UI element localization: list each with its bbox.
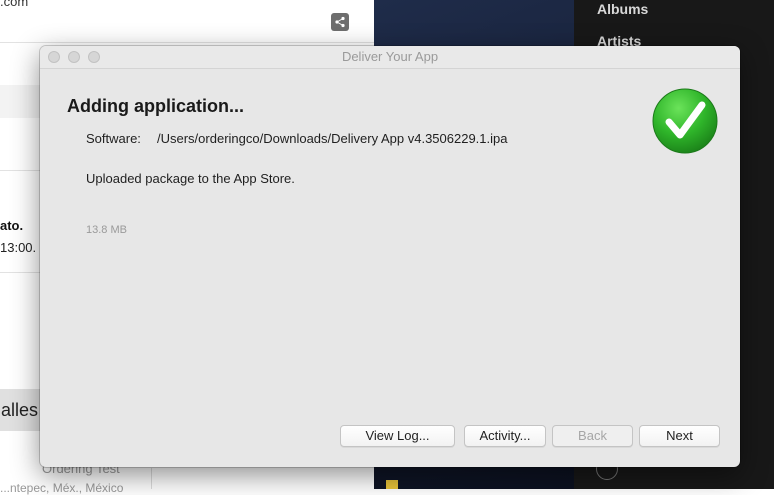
next-button[interactable]: Next	[639, 425, 720, 447]
background-top-text: .com	[0, 0, 29, 9]
note-icon	[386, 480, 398, 489]
background-location-text: ...ntepec, Méx., México	[0, 481, 124, 495]
deliver-app-dialog: Deliver Your App Adding application... S…	[40, 46, 740, 467]
sidebar-item-albums[interactable]: Albums	[597, 1, 648, 17]
view-log-button[interactable]: View Log...	[340, 425, 455, 447]
back-button[interactable]: Back	[552, 425, 633, 447]
software-label: Software:	[86, 131, 141, 146]
checkmark-success-icon	[652, 88, 718, 154]
package-size: 13.8 MB	[86, 224, 127, 236]
window-titlebar: Deliver Your App	[40, 46, 740, 69]
divider	[151, 468, 152, 489]
window-title: Deliver Your App	[341, 49, 439, 64]
background-bold-text: ato.	[0, 218, 24, 233]
activity-button[interactable]: Activity...	[464, 425, 546, 447]
background-time-text: 13:00.	[0, 240, 37, 255]
dialog-heading: Adding application...	[67, 96, 244, 116]
divider	[0, 42, 374, 43]
software-path: /Users/orderingco/Downloads/Delivery App…	[157, 131, 508, 146]
share-icon[interactable]	[331, 13, 349, 31]
status-message: Uploaded package to the App Store.	[86, 171, 295, 186]
